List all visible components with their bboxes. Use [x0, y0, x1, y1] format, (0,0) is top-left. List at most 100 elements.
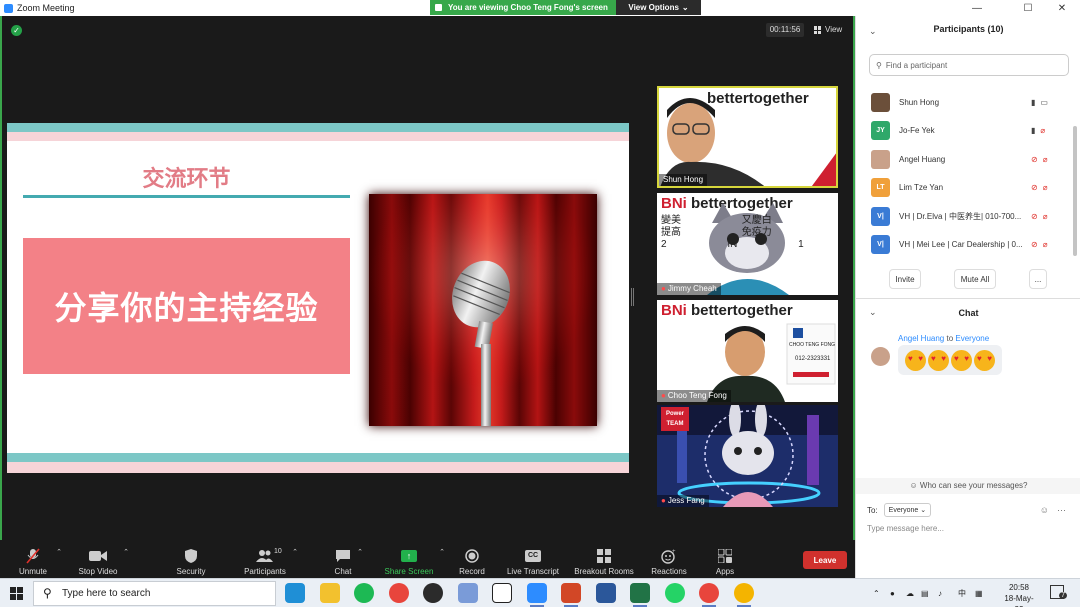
zoom-app-icon[interactable] [526, 583, 547, 607]
curtain-microphone-image [369, 194, 597, 426]
video-tile-jess-fang[interactable]: Power TEAM ● Jess Fang [657, 405, 838, 507]
tray-chevron-icon[interactable]: ⌃ [873, 579, 880, 607]
view-options-button[interactable]: View Options ⌄ [616, 0, 701, 15]
obs-app-icon[interactable] [423, 583, 443, 603]
who-can-see-messages-link[interactable]: ☺ Who can see your messages? [856, 478, 1080, 494]
minimize-button[interactable]: — [962, 0, 992, 16]
whatsapp-app-icon[interactable] [664, 583, 685, 603]
more-icon[interactable]: ⋯ [1057, 505, 1066, 516]
search-icon: ⚲ [43, 586, 52, 600]
muted-microphone-icon[interactable]: ⊘ [1031, 212, 1038, 221]
paint-app-icon[interactable] [457, 583, 478, 603]
caret-up-icon[interactable]: ⌃ [439, 548, 445, 556]
chat-recipient-row: To: Everyone ⌄ [867, 503, 932, 517]
word-app-icon[interactable] [595, 583, 616, 603]
input-language[interactable]: 中 [958, 579, 966, 607]
maximize-button[interactable]: ☐ [1013, 0, 1043, 16]
chat-recipient[interactable]: Everyone [955, 334, 989, 343]
caret-up-icon[interactable]: ⌃ [123, 548, 129, 556]
encryption-shield-icon[interactable]: ✓ [11, 25, 22, 36]
chat-message-input[interactable]: Type message here... [867, 524, 944, 533]
participant-list-scrollbar[interactable] [1073, 126, 1077, 256]
participant-row[interactable]: V| VH | Mei Lee | Car Dealership | 0... ⊘ ⌀ [856, 231, 1071, 259]
caret-up-icon[interactable]: ⌃ [56, 548, 62, 556]
volume-icon[interactable]: ♪ [938, 579, 942, 607]
participants-button[interactable]: 10 Participants ⌃ [242, 540, 298, 578]
share-screen-button[interactable]: ↑ Share Screen ⌃ [383, 540, 445, 578]
video-off-icon[interactable]: ⌀ [1043, 155, 1048, 164]
video-tile-jimmy-cheah[interactable]: BNi bettertogether 變美 又慶白 提高 免疫力 2 IN 1 … [657, 193, 838, 295]
participant-row[interactable]: V| VH | Dr.Elva | 中医养生| 010-700... ⊘ ⌀ [856, 202, 1071, 230]
taskbar-search-input[interactable]: ⚲ Type here to search [33, 581, 276, 606]
participant-avatar [871, 92, 890, 112]
participant-row[interactable]: Angel Huang ⊘ ⌀ [856, 145, 1071, 173]
breakout-rooms-button[interactable]: Breakout Rooms [572, 540, 636, 578]
more-options-button[interactable]: ... [1029, 269, 1047, 289]
live-transcript-button[interactable]: CC Live Transcript [504, 540, 562, 578]
edge-app-icon[interactable] [285, 583, 305, 603]
recipient-select[interactable]: Everyone ⌄ [883, 503, 932, 517]
excel-app-icon[interactable] [630, 583, 650, 607]
microphone-icon[interactable]: ▮ [1031, 98, 1035, 107]
mute-all-button[interactable]: Mute All [954, 269, 996, 289]
record-icon [463, 548, 481, 564]
shared-screen-slide: 交流环节 分享你的主持经验 [7, 123, 629, 473]
notion-app-icon[interactable] [492, 583, 512, 603]
powerpoint-app-icon[interactable] [561, 583, 581, 607]
record-button[interactable]: Record [457, 540, 487, 578]
muted-microphone-icon[interactable]: ⊘ [1031, 155, 1038, 164]
muted-microphone-icon[interactable]: ⊘ [1031, 240, 1038, 249]
participants-label: Participants [244, 567, 286, 576]
video-off-icon[interactable]: ⌀ [1043, 183, 1048, 192]
svg-text:+: + [672, 549, 676, 555]
stop-video-button[interactable]: Stop Video ⌃ [77, 540, 130, 578]
microphone-tray-icon[interactable]: ● [890, 579, 895, 607]
video-off-icon[interactable]: ⌀ [1040, 126, 1045, 135]
chrome-alt-app-icon[interactable] [733, 583, 754, 607]
start-button[interactable] [10, 587, 23, 600]
microphone-icon[interactable]: ▮ [1031, 126, 1035, 135]
spotify-app-icon[interactable] [354, 583, 374, 603]
caret-up-icon[interactable]: ⌃ [357, 548, 363, 556]
caret-up-icon[interactable]: ⌃ [292, 548, 298, 556]
search-placeholder: Find a participant [885, 60, 948, 70]
apps-button[interactable]: Apps [712, 540, 738, 578]
muted-microphone-icon[interactable]: ⊘ [1031, 183, 1038, 192]
file-explorer-app-icon[interactable] [319, 583, 340, 603]
chat-button[interactable]: Chat ⌃ [333, 540, 363, 578]
unmute-button[interactable]: Unmute ⌃ [14, 540, 62, 578]
breakout-rooms-icon [595, 548, 613, 564]
emoji-icon[interactable]: ☺ [1040, 505, 1049, 516]
video-tile-shun-hong[interactable]: bettertogether Shun Hong [657, 86, 838, 188]
share-screen-icon: ↑ [400, 548, 418, 564]
notification-button[interactable]: 7 [1050, 585, 1067, 599]
tile-name: Shun Hong [663, 175, 704, 184]
network-icon[interactable]: ▤ [921, 579, 929, 607]
chrome-app-icon[interactable] [388, 583, 409, 603]
participant-row[interactable]: LT Lim Tze Yan ⊘ ⌀ [856, 174, 1071, 202]
window-title: Zoom Meeting [17, 3, 75, 13]
invite-button[interactable]: Invite [889, 269, 921, 289]
ime-icon[interactable]: ▦ [975, 579, 983, 607]
video-tile-choo-teng-fong[interactable]: BNi bettertogether CHOO TENG FONG 012-23… [657, 300, 838, 402]
video-off-icon[interactable]: ⌀ [1043, 240, 1048, 249]
participant-row[interactable]: JY Jo-Fe Yek ▮ ⌀ [856, 117, 1071, 145]
chrome-profile-app-icon[interactable] [699, 583, 719, 607]
security-button[interactable]: Security [172, 540, 210, 578]
panel-resize-handle[interactable] [631, 288, 634, 306]
security-label: Security [176, 567, 206, 576]
minimize-icon: — [972, 2, 982, 14]
participant-avatar: JY [871, 121, 890, 140]
chat-sender[interactable]: Angel Huang [898, 334, 944, 343]
reactions-button[interactable]: + Reactions [650, 540, 688, 578]
video-off-icon[interactable]: ⌀ [1043, 212, 1048, 221]
close-window-button[interactable]: ✕ [1047, 0, 1077, 16]
business-card-name: CHOO TENG FONG [789, 342, 836, 348]
leave-button[interactable]: Leave [803, 551, 847, 569]
participant-search-input[interactable]: ⚲ Find a participant [869, 54, 1069, 76]
video-camera-icon[interactable]: ▭ [1040, 98, 1048, 107]
view-button[interactable]: View [814, 23, 842, 37]
cloud-icon[interactable]: ☁ [906, 579, 914, 607]
taskbar-clock[interactable]: 20:58 18-May-22 [1000, 582, 1038, 607]
participant-row[interactable]: Shun Hong ▮ ▭ [856, 88, 1071, 116]
